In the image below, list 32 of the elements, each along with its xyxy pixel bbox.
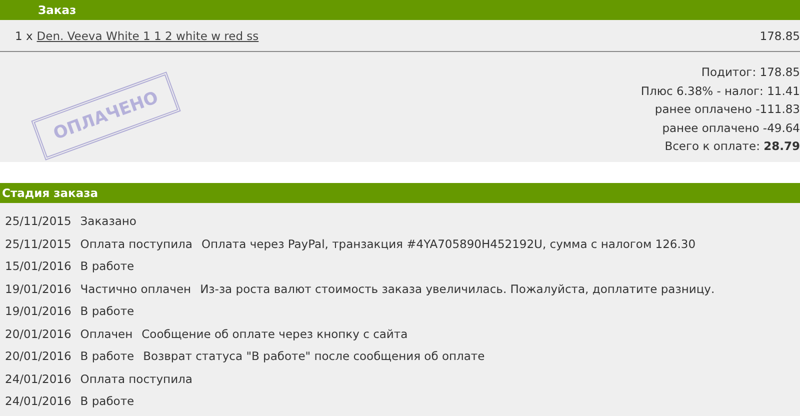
section-title: Стадия заказа — [2, 186, 98, 200]
item-price: 178.85 — [760, 28, 800, 42]
status: Оплата поступила — [80, 372, 192, 386]
total-line: ранее оплачено -49.64 — [662, 120, 800, 136]
total-line: Подитог: 178.85 — [701, 65, 800, 81]
status: В работе — [80, 394, 134, 408]
date: 19/01/2016 — [5, 304, 72, 318]
date: 20/01/2016 — [5, 349, 72, 364]
date: 24/01/2016 — [5, 372, 72, 386]
total-line: Плюс 6.38% - налог: 11.41 — [640, 84, 800, 100]
status: Оплата поступила — [80, 236, 192, 251]
status: В работе — [80, 304, 134, 318]
total-line: ранее оплачено -111.83 — [654, 102, 800, 118]
status: Частично оплачен — [80, 282, 192, 296]
date: 15/01/2016 — [5, 259, 72, 274]
comment: Возврат статуса "В работе" после сообщения об оплате — [143, 349, 485, 364]
quantity: 1 x — [15, 28, 33, 42]
product-link[interactable]: Den. Veeva White 1 1 2 white w red ss — [36, 28, 259, 42]
comment: Сообщение об оплате через кнопку с сайта — [142, 326, 408, 341]
date: 24/01/2016 — [5, 394, 72, 408]
date: 25/11/2015 — [5, 214, 72, 228]
status: Оплачен — [80, 326, 133, 341]
total-line: Всего к оплате: 28.79 — [664, 139, 800, 155]
comment: Из-за роста валют стоимость заказа увеличилась. Пожалуйста, доплатите разницу. — [200, 282, 715, 296]
date: 19/01/2016 — [5, 282, 72, 296]
comment: Оплата через PayPal, транзакция #4YA705890H452192U, сумма с налогом 126.30 — [201, 236, 696, 251]
status: В работе — [80, 259, 134, 274]
date: 20/01/2016 — [5, 326, 72, 341]
section-title: Заказ — [38, 3, 76, 17]
status: В работе — [80, 349, 134, 364]
date: 25/11/2015 — [5, 236, 72, 251]
status: Заказано — [80, 214, 136, 228]
